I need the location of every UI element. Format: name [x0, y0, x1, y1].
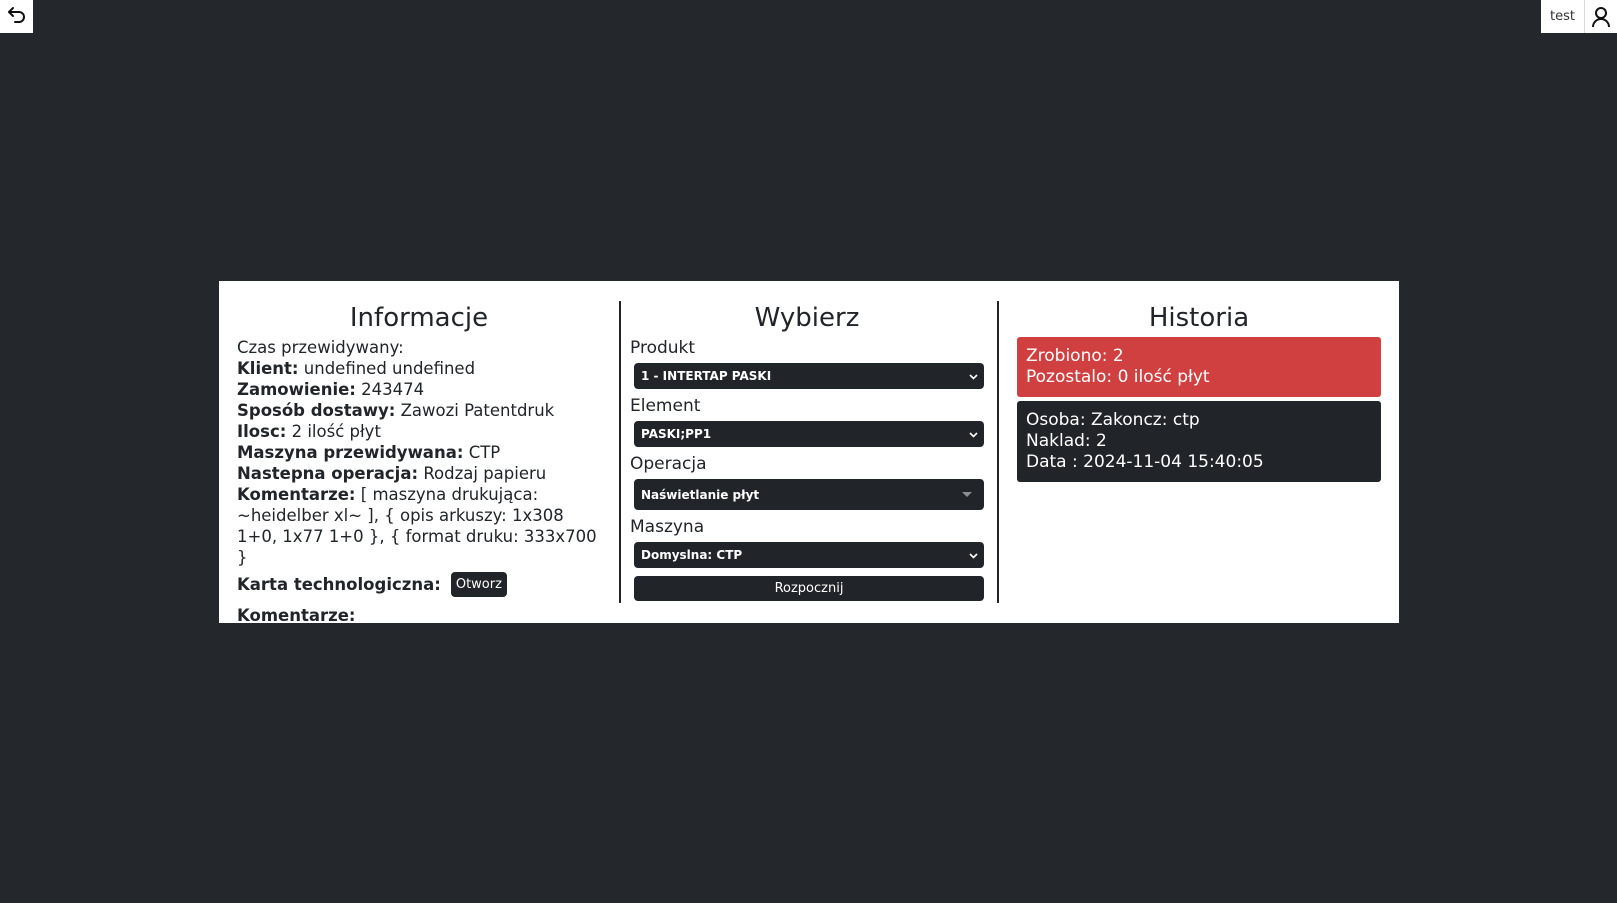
user-icon[interactable] — [1585, 0, 1617, 33]
dostawa-line: Sposób dostawy: Zawozi Patentdruk — [237, 401, 555, 420]
caret-down-icon — [962, 492, 972, 497]
karta-label: Karta technologiczna: — [237, 575, 441, 594]
pozostalo-text: Pozostalo: 0 ilość płyt — [1026, 367, 1210, 387]
maszyna-line: Maszyna przewidywana: CTP — [237, 443, 501, 462]
maszyna-label: Maszyna — [630, 517, 705, 537]
zamowienie-line: Zamowienie: 243474 — [237, 380, 425, 399]
chevron-down-icon — [969, 428, 978, 441]
komentarze-heading: Komentarze: — [237, 606, 356, 625]
klient-line: Klient: undefined undefined — [237, 359, 476, 378]
nastepna-line: Nastepna operacja: Rodzaj papieru — [237, 464, 547, 483]
history-entry-card: Osoba: Zakoncz: ctp Naklad: 2 Data : 202… — [1017, 401, 1381, 482]
undo-arrow-icon — [7, 6, 27, 28]
data-text: Data : 2024-11-04 15:40:05 — [1026, 452, 1264, 472]
produkt-select[interactable]: 1 - INTERTAP PASKI — [634, 363, 984, 389]
history-title: Historia — [1148, 303, 1250, 333]
back-button[interactable] — [0, 0, 33, 33]
user-area: test — [1541, 0, 1617, 33]
chevron-down-icon — [969, 370, 978, 383]
info-title: Informacje — [349, 303, 489, 333]
ilosc-line: Ilosc: 2 ilość płyt — [237, 422, 381, 441]
order-panel: Informacje Czas przewidywany: Klient: un… — [219, 281, 1399, 625]
komentarze-line: Komentarze: [ maszyna drukująca: ~heidel… — [237, 485, 597, 567]
chevron-down-icon — [969, 549, 978, 562]
select-title: Wybierz — [754, 303, 860, 333]
start-button[interactable]: Rozpocznij — [634, 576, 984, 601]
history-summary-card: Zrobiono: 2 Pozostalo: 0 ilość płyt — [1017, 337, 1381, 397]
czas-line: Czas przewidywany: — [237, 338, 404, 357]
element-label: Element — [630, 396, 701, 416]
produkt-label: Produkt — [630, 338, 696, 358]
username-label: test — [1541, 0, 1585, 33]
element-select[interactable]: PASKI;PP1 — [634, 421, 984, 447]
karta-row: Karta technologiczna: Otworz — [237, 572, 601, 597]
zrobiono-text: Zrobiono: 2 — [1026, 346, 1124, 366]
osoba-text: Osoba: Zakoncz: ctp — [1026, 410, 1200, 430]
operacja-label: Operacja — [630, 454, 707, 474]
info-column: Informacje Czas przewidywany: Klient: un… — [237, 301, 619, 625]
history-column: Historia Zrobiono: 2 Pozostalo: 0 ilość … — [999, 301, 1381, 603]
open-card-button[interactable]: Otworz — [450, 572, 507, 597]
maszyna-select[interactable]: Domyslna: CTP — [634, 542, 984, 568]
select-column: Wybierz Produkt 1 - INTERTAP PASKI Eleme… — [619, 301, 999, 603]
operacja-select[interactable]: Naświetlanie płyt — [634, 479, 984, 510]
naklad-text: Naklad: 2 — [1026, 431, 1107, 451]
